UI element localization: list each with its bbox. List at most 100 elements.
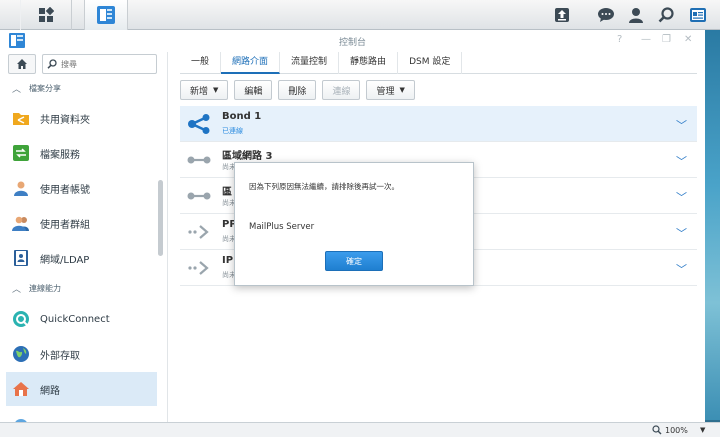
chevron-down-icon[interactable]: ﹀ [676, 225, 687, 241]
tunnel-icon [186, 222, 212, 242]
section-file-sharing[interactable]: ︿ 檔案分享 [0, 79, 158, 97]
connect-button[interactable]: 連線 [322, 80, 361, 100]
home-icon [17, 59, 27, 69]
sidebar-item-label: 檔案服務 [40, 149, 80, 161]
search-button[interactable] [650, 0, 682, 30]
zoom-caret-icon[interactable]: ▼ [700, 426, 705, 434]
delete-button[interactable]: 刪除 [278, 80, 317, 100]
user-icon [12, 179, 30, 197]
close-icon[interactable]: ✕ [684, 34, 692, 45]
main-menu-button[interactable] [20, 0, 72, 30]
bond-share-icon [186, 114, 212, 134]
user-icon [629, 8, 643, 23]
caret-down-icon: ▼ [399, 86, 405, 94]
connect-label: 連線 [332, 86, 351, 97]
delete-label: 刪除 [288, 86, 307, 97]
quickconnect-icon [12, 310, 30, 328]
sidebar-item-file-services[interactable]: 檔案服務 [6, 136, 157, 170]
sidebar-item-label: 外部存取 [40, 350, 80, 362]
create-button[interactable]: 新增 ▼ [180, 80, 229, 100]
upload-icon [555, 8, 569, 22]
tab-traffic-control[interactable]: 流量控制 [280, 52, 340, 74]
chevron-down-icon[interactable]: ﹀ [676, 153, 687, 169]
widgets-icon [690, 8, 706, 22]
sidebar-scrollbar[interactable] [158, 180, 163, 256]
zoom-icon [652, 425, 662, 435]
search-icon [658, 7, 674, 23]
sidebar-item-label: 使用者群組 [40, 219, 90, 231]
help-icon[interactable]: ? [617, 34, 622, 45]
minimize-icon[interactable]: — [641, 34, 651, 45]
interface-name: Bond 1 [222, 111, 262, 122]
edit-button[interactable]: 編輯 [234, 80, 273, 100]
sidebar-item-network[interactable]: 網路 [6, 372, 157, 406]
interface-name: IP [222, 255, 234, 266]
home-button[interactable] [8, 54, 36, 74]
tunnel-icon [186, 258, 212, 278]
user-options-button[interactable] [620, 0, 652, 30]
interface-status: 已連線 [222, 127, 243, 135]
lan-icon [186, 186, 212, 206]
sidebar-item-label: 共用資料夾 [40, 114, 90, 126]
dialog-blocking-item: MailPlus Server [249, 222, 315, 232]
network-home-icon [12, 380, 30, 398]
tab-dsm-settings[interactable]: DSM 設定 [398, 52, 463, 74]
ok-button[interactable]: 確定 [325, 251, 383, 271]
main-menu-icon [39, 7, 54, 22]
chevron-down-icon[interactable]: ﹀ [676, 189, 687, 205]
tab-network-interface[interactable]: 網路介面 [221, 52, 281, 74]
upload-tasks-button[interactable] [546, 0, 578, 30]
sidebar-item-domain-ldap[interactable]: 網域/LDAP [6, 241, 157, 275]
taskbar [0, 0, 720, 30]
window-title: 控制台 [338, 38, 366, 48]
sidebar-item-external-access[interactable]: 外部存取 [6, 337, 157, 371]
status-bar: 100% ▼ [0, 422, 720, 437]
chevron-up-icon: ︿ [12, 284, 22, 295]
file-services-icon [12, 144, 30, 162]
sidebar-item-quickconnect[interactable]: QuickConnect [6, 302, 157, 336]
section-connectivity[interactable]: ︿ 連線能力 [0, 279, 158, 297]
notifications-button[interactable] [590, 0, 622, 30]
globe-icon [12, 345, 30, 363]
window-title-bar[interactable]: 控制台 ? — ❐ ✕ [0, 30, 705, 52]
toolbar: 新增 ▼ 編輯 刪除 連線 管理 ▼ [180, 80, 421, 100]
sidebar-item-label: QuickConnect [40, 313, 110, 325]
interface-name: 區域網路 3 [222, 151, 273, 162]
chat-bubble-icon [598, 8, 614, 22]
chevron-up-icon: ︿ [12, 84, 22, 95]
create-label: 新增 [190, 86, 209, 97]
widgets-button[interactable] [682, 0, 714, 30]
edit-label: 編輯 [244, 86, 263, 97]
directory-icon [12, 249, 30, 267]
sidebar-item-label: 網域/LDAP [40, 254, 90, 266]
caret-down-icon: ▼ [213, 86, 219, 94]
error-dialog: 因為下列原因無法繼續，請排除後再試一次。 MailPlus Server 確定 [234, 162, 474, 286]
zoom-level: 100% [665, 425, 688, 435]
shared-folder-icon [12, 109, 30, 127]
sidebar-item-shared-folder[interactable]: 共用資料夾 [6, 101, 157, 135]
user-group-icon [12, 214, 30, 232]
manage-button[interactable]: 管理 ▼ [366, 80, 415, 100]
taskbar-control-panel-button[interactable] [84, 0, 128, 30]
sidebar: ︿ 檔案分享 共用資料夾 檔案服務 使用者帳號 使用者群組 [0, 52, 168, 422]
tab-general[interactable]: 一般 [180, 52, 222, 74]
chevron-down-icon[interactable]: ﹀ [676, 261, 687, 277]
desktop-background [705, 30, 720, 420]
sidebar-item-label: 網路 [40, 385, 60, 397]
maximize-icon[interactable]: ❐ [662, 34, 671, 45]
sidebar-search[interactable] [42, 54, 157, 74]
control-panel-icon [97, 6, 115, 24]
sidebar-item-label: 使用者帳號 [40, 184, 90, 196]
sidebar-item-group[interactable]: 使用者群組 [6, 206, 157, 240]
tab-static-route[interactable]: 靜態路由 [339, 52, 399, 74]
manage-label: 管理 [376, 86, 395, 97]
sidebar-item-user[interactable]: 使用者帳號 [6, 171, 157, 205]
lan-icon [186, 150, 212, 170]
dialog-message: 因為下列原因無法繼續，請排除後再試一次。 [249, 182, 399, 191]
zoom-control[interactable]: 100% [652, 425, 688, 435]
tab-bar: 一般 網路介面 流量控制 靜態路由 DSM 設定 [180, 52, 697, 74]
chevron-down-icon[interactable]: ﹀ [676, 117, 687, 133]
section-label: 連線能力 [29, 283, 62, 293]
search-input[interactable] [61, 59, 151, 69]
interface-row-bond[interactable]: Bond 1 已連線 ﹀ [180, 106, 697, 142]
